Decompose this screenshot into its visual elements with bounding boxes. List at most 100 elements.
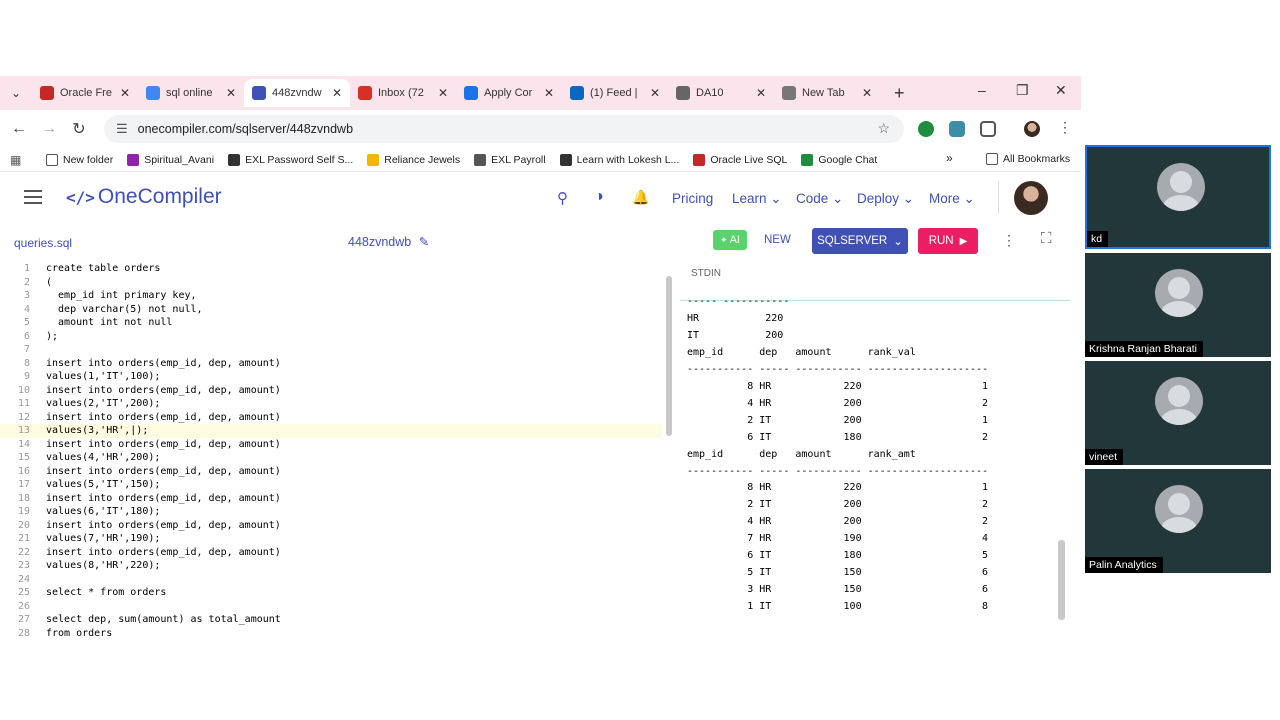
site-info-icon[interactable]: ☰ [116,121,128,137]
bookmark-item[interactable]: EXL Password Self S... [228,153,353,166]
nav-more[interactable]: More ⌄ [929,191,975,207]
bookmark-item[interactable]: EXL Payroll [474,153,546,166]
code-line[interactable]: 17 values(5,'IT',150); [0,478,662,492]
bookmarks-overflow-icon[interactable]: » [946,151,953,165]
code-line[interactable]: 14 insert into orders(emp_id, dep, amount… [0,438,662,452]
participant-tile[interactable]: Palin Analytics [1085,469,1271,573]
new-button[interactable]: NEW [764,234,791,246]
profile-avatar[interactable] [1024,121,1040,137]
participant-tile[interactable]: kd [1085,145,1271,249]
ai-button[interactable]: ✦ AI [713,230,747,250]
onecompiler-logo[interactable]: </> OneCompiler [66,185,222,209]
browser-tab[interactable]: DA10 ✕ [668,79,774,107]
bookmark-item[interactable]: Spiritual_Avani [127,153,214,166]
nav-pricing[interactable]: Pricing [672,191,713,206]
browser-tab[interactable]: sql online ✕ [138,79,244,107]
code-line[interactable]: 28 from orders [0,627,662,641]
browser-tab[interactable]: New Tab ✕ [774,79,880,107]
code-line[interactable]: 8 insert into orders(emp_id, dep, amount) [0,357,662,371]
close-window-icon[interactable]: ✕ [1055,82,1067,99]
run-button[interactable]: RUN ▶ [918,228,978,254]
nav-learn[interactable]: Learn ⌄ [732,191,782,207]
browser-tab[interactable]: (1) Feed | ✕ [562,79,668,107]
code-line[interactable]: 5 amount int not null [0,316,662,330]
minimize-icon[interactable]: – [978,82,986,98]
code-text: insert into orders(emp_id, dep, amount) [46,519,281,531]
code-line[interactable]: 27 select dep, sum(amount) as total_amoun… [0,613,662,627]
code-line[interactable]: 18 insert into orders(emp_id, dep, amount… [0,492,662,506]
bookmark-item[interactable]: New folder [46,153,113,166]
editor-scrollbar[interactable] [666,276,672,436]
restore-icon[interactable]: ❐ [1016,82,1029,99]
back-icon[interactable]: ← [4,120,34,138]
bookmark-item[interactable]: Learn with Lokesh L... [559,153,679,166]
notifications-bell-icon[interactable]: 🔔 [632,189,649,206]
code-line[interactable]: 25 select * from orders [0,586,662,600]
extension-icon[interactable] [949,121,965,137]
browser-tab[interactable]: 448zvndw ✕ [244,79,350,107]
code-line[interactable]: 2( [0,276,662,290]
edit-pencil-icon[interactable]: ✎ [419,235,429,249]
code-editor[interactable]: 1 create table orders 2(3 emp_id int prima… [0,262,676,643]
new-tab-plus-icon[interactable]: + [894,83,905,104]
code-line[interactable]: 3 emp_id int primary key, [0,289,662,303]
puzzle-extensions-icon[interactable] [980,121,996,137]
forward-icon[interactable]: → [34,120,64,138]
fullscreen-icon[interactable]: ⛶ [1041,230,1052,247]
bookmark-star-icon[interactable]: ☆ [877,120,890,137]
code-line[interactable]: 11 values(2,'IT',200); [0,397,662,411]
tab-close-icon[interactable]: ✕ [438,86,448,100]
apps-grid-icon[interactable]: ▦ [10,153,24,167]
code-line[interactable]: 15 values(4,'HR',200); [0,451,662,465]
code-line[interactable]: 13 values(3,'HR',|); [0,424,662,438]
code-line[interactable]: 12 insert into orders(emp_id, dep, amount… [0,411,662,425]
browser-tab[interactable]: Inbox (72 ✕ [350,79,456,107]
tab-close-icon[interactable]: ✕ [544,86,554,100]
bookmark-item[interactable]: Reliance Jewels [367,153,460,166]
participant-tile[interactable]: Krishna Ranjan Bharati [1085,253,1271,357]
reload-icon[interactable]: ↻ [64,119,94,139]
all-bookmarks[interactable]: All Bookmarks [986,153,1070,165]
code-line[interactable]: 20 insert into orders(emp_id, dep, amount… [0,519,662,533]
code-line[interactable]: 6); [0,330,662,344]
code-line[interactable]: 23 values(8,'HR',220); [0,559,662,573]
browser-tab[interactable]: Oracle Fre ✕ [32,79,138,107]
language-select-button[interactable]: SQLSERVER ⌄ [812,228,908,254]
bookmark-item[interactable]: Google Chat [801,153,877,166]
nav-code[interactable]: Code ⌄ [796,191,843,207]
theme-toggle-icon[interactable]: ◑ [594,188,604,206]
grammarly-extension-icon[interactable] [918,121,934,137]
code-line[interactable]: 26 [0,600,662,614]
browser-tab[interactable]: Apply Cor ✕ [456,79,562,107]
user-avatar[interactable] [1014,181,1048,215]
code-line[interactable]: 7 [0,343,662,357]
output-scrollbar[interactable] [1058,540,1065,620]
bookmark-item[interactable]: Oracle Live SQL [693,153,787,166]
code-line[interactable]: 10 insert into orders(emp_id, dep, amount… [0,384,662,398]
browser-menu-icon[interactable]: ⋮ [1058,119,1072,136]
participant-tile[interactable]: vineet [1085,361,1271,465]
tab-search-chevron-icon[interactable]: ⌄ [0,76,32,110]
code-line[interactable]: 1 create table orders [0,262,662,276]
code-line[interactable]: 22 insert into orders(emp_id, dep, amount… [0,546,662,560]
tab-close-icon[interactable]: ✕ [226,86,236,100]
code-line[interactable]: 4 dep varchar(5) not null, [0,303,662,317]
search-icon[interactable]: ⚲ [557,189,568,207]
tab-close-icon[interactable]: ✕ [120,86,130,100]
tab-close-icon[interactable]: ✕ [332,86,342,100]
code-line[interactable]: 16 insert into orders(emp_id, dep, amount… [0,465,662,479]
code-line[interactable]: 21 values(7,'HR',190); [0,532,662,546]
tab-close-icon[interactable]: ✕ [650,86,660,100]
tab-close-icon[interactable]: ✕ [862,86,872,100]
more-options-icon[interactable]: ⋮ [1002,232,1016,249]
file-tab[interactable]: queries.sql [14,236,72,250]
code-line[interactable]: 9 values(1,'IT',100); [0,370,662,384]
code-line[interactable]: 24 [0,573,662,587]
hamburger-menu-icon[interactable] [24,190,42,208]
code-id-title[interactable]: 448zvndwb ✎ [348,234,429,249]
tab-close-icon[interactable]: ✕ [756,86,766,100]
code-line[interactable]: 19 values(6,'IT',180); [0,505,662,519]
url-field[interactable]: ☰ onecompiler.com/sqlserver/448zvndwb ☆ [104,115,904,143]
stdin-label[interactable]: STDIN [691,268,721,279]
nav-deploy[interactable]: Deploy ⌄ [857,191,914,207]
